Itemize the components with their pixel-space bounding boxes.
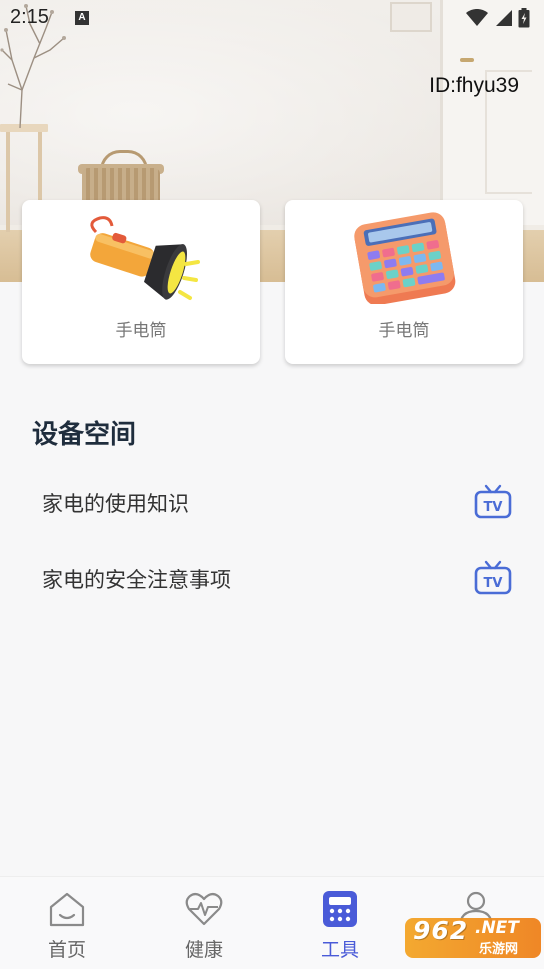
watermark-main: 962 — [413, 916, 469, 945]
a-icon: A — [75, 11, 89, 25]
list-item-appliance-knowledge[interactable]: 家电的使用知识 TV — [0, 472, 544, 532]
watermark-sub: 乐游网 — [479, 942, 519, 957]
status-time: 2:15 — [10, 6, 49, 28]
tool-card-label: 手电筒 — [115, 321, 167, 341]
nav-item-tools[interactable]: 工具 — [290, 877, 390, 969]
list-item-appliance-safety[interactable]: 家电的安全注意事项 TV — [0, 548, 544, 608]
tool-card-flashlight[interactable]: 手电筒 — [22, 200, 260, 364]
svg-text:TV: TV — [484, 500, 503, 515]
tool-card-calculator[interactable]: 手电筒 — [285, 200, 523, 364]
nav-item-health[interactable]: 健康 — [154, 877, 254, 969]
tool-card-label: 手电筒 — [378, 321, 430, 341]
svg-text:TV: TV — [484, 576, 503, 591]
calculator-icon — [323, 891, 357, 927]
list-item-label: 家电的安全注意事项 — [42, 568, 231, 592]
battery-icon — [518, 8, 530, 28]
table-leg — [6, 132, 10, 232]
nav-item-home[interactable]: 首页 — [17, 877, 117, 969]
section-title: 设备空间 — [32, 420, 137, 450]
tv-icon: TV — [474, 560, 512, 595]
watermark-logo: 962 .NET 乐游网 — [405, 914, 541, 962]
status-bar: 2:15 A — [0, 0, 544, 38]
tv-icon: TV — [474, 484, 512, 519]
flashlight-icon — [90, 216, 200, 300]
heart-pulse-icon — [185, 892, 223, 926]
nav-label: 健康 — [184, 939, 223, 961]
list-item-label: 家电的使用知识 — [42, 492, 189, 516]
home-icon — [49, 892, 85, 927]
door-handle — [460, 58, 474, 62]
user-id: ID:fhyu39 — [429, 74, 519, 97]
watermark-net: .NET — [475, 918, 519, 938]
calculator-icon — [354, 212, 456, 304]
nav-label: 工具 — [320, 939, 359, 961]
status-icons — [466, 8, 530, 28]
nav-label: 首页 — [47, 939, 86, 961]
cellular-signal-icon — [496, 10, 512, 26]
wifi-icon — [466, 9, 488, 26]
